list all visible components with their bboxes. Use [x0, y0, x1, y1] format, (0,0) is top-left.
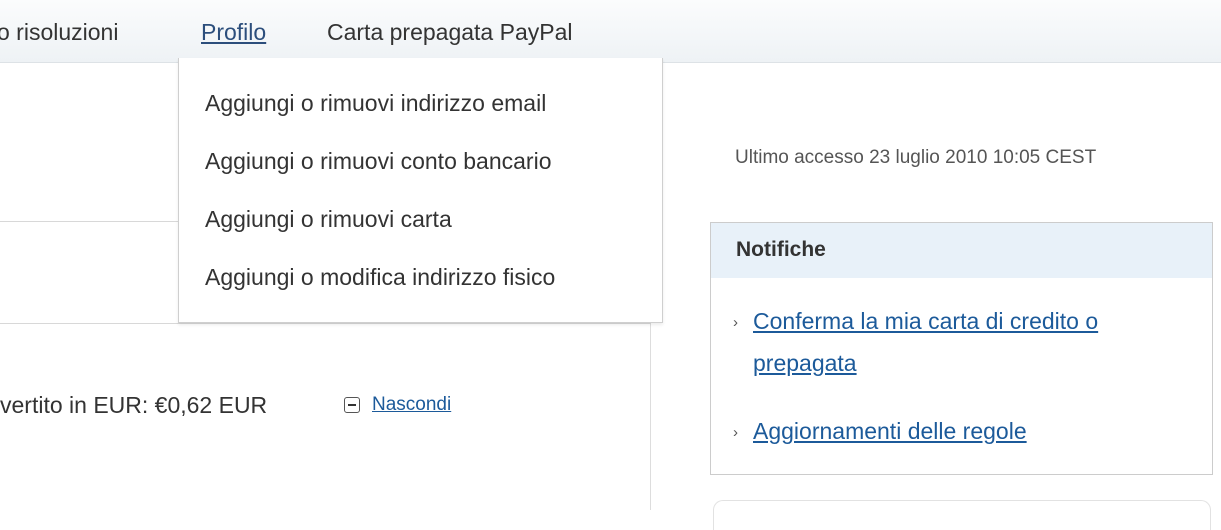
- chevron-right-icon: ›: [733, 423, 738, 441]
- menu-item-bank-account[interactable]: Aggiungi o rimuovi conto bancario: [205, 146, 551, 176]
- notifications-header: Notifiche: [711, 223, 1212, 278]
- menu-item-card[interactable]: Aggiungi o rimuovi carta: [205, 204, 452, 234]
- hide-link[interactable]: Nascondi: [372, 394, 451, 416]
- notification-link-confirm-card[interactable]: › Conferma la mia carta di credito o prep…: [733, 301, 1098, 383]
- section-divider: [0, 221, 180, 222]
- collapse-icon: [344, 397, 360, 413]
- menu-item-email[interactable]: Aggiungi o rimuovi indirizzo email: [205, 88, 546, 118]
- column-divider: [650, 324, 651, 510]
- nav-item-profilo[interactable]: Profilo: [201, 17, 266, 47]
- notifications-panel: Notifiche › Conferma la mia carta di cred…: [710, 222, 1213, 475]
- converted-balance-text: vertito in EUR: €0,62 EUR: [0, 392, 268, 418]
- chevron-right-icon: ›: [733, 313, 738, 331]
- hide-balance-toggle[interactable]: Nascondi: [344, 392, 451, 418]
- last-access-text: Ultimo accesso 23 luglio 2010 10:05 CEST: [735, 147, 1097, 168]
- secondary-panel: [713, 500, 1211, 530]
- section-divider: [0, 323, 651, 324]
- notifications-title: Notifiche: [736, 238, 826, 261]
- notification-link-policy-updates[interactable]: › Aggiornamenti delle regole: [733, 411, 1027, 453]
- nav-item-risoluzioni[interactable]: o risoluzioni: [0, 17, 118, 47]
- profile-dropdown-menu: Aggiungi o rimuovi indirizzo email Aggiu…: [178, 58, 663, 323]
- top-navigation-bar: o risoluzioni Profilo Carta prepagata Pa…: [0, 0, 1221, 63]
- menu-item-address[interactable]: Aggiungi o modifica indirizzo fisico: [205, 262, 555, 292]
- nav-item-carta-prepagata[interactable]: Carta prepagata PayPal: [327, 17, 573, 47]
